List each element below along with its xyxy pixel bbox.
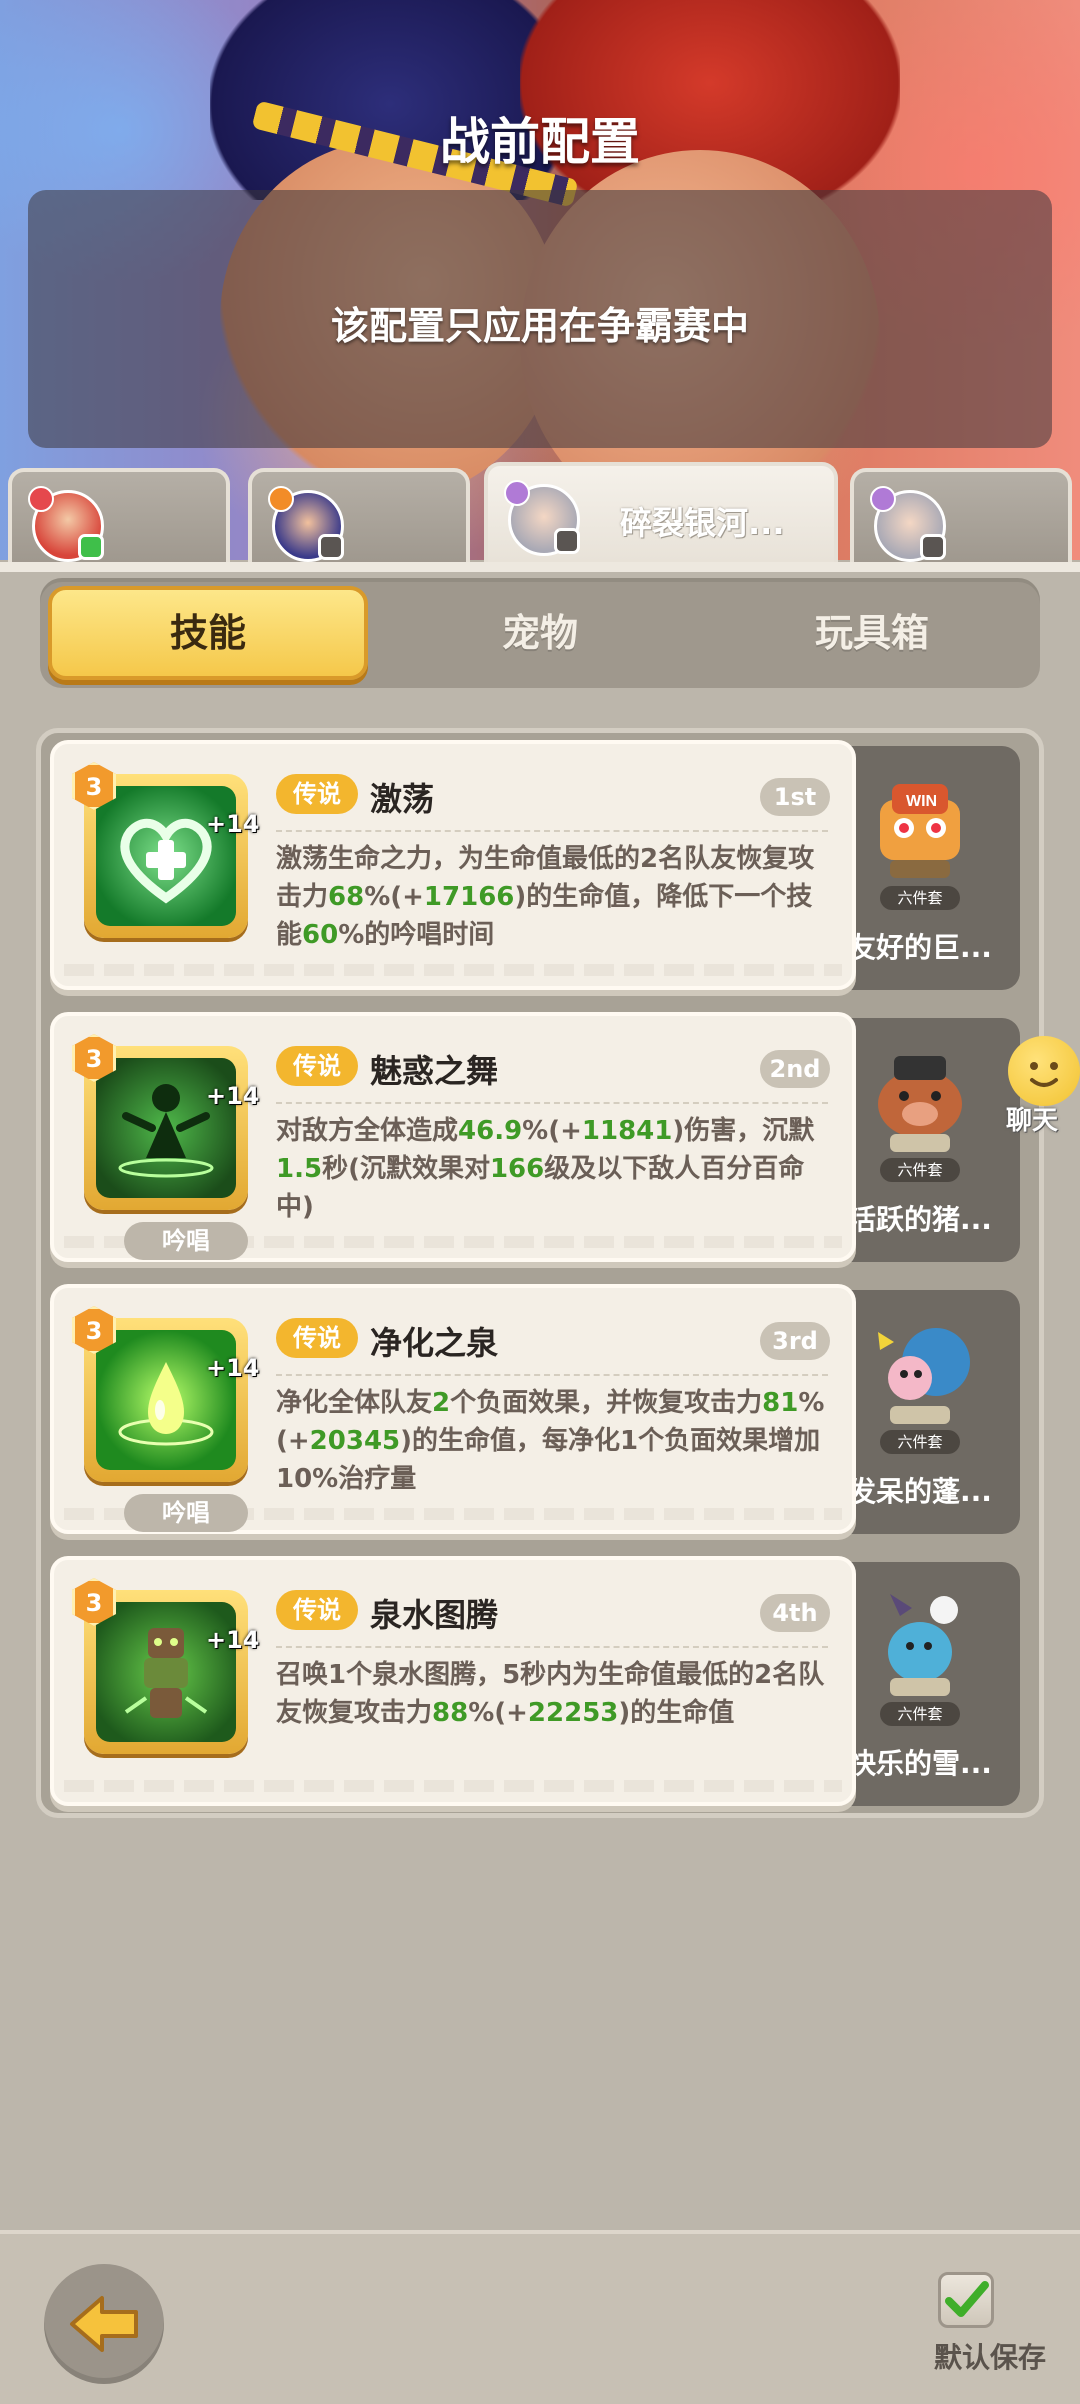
desc-text: 净化全体队友 <box>276 1388 433 1418</box>
skill-order-badge: 1st <box>760 778 830 816</box>
desc-text: 对敌方全体造成 <box>276 1116 459 1146</box>
desc-text: 秒(沉默效果对 <box>322 1154 490 1184</box>
fire-element-icon <box>28 486 54 512</box>
desc-value: 1.5 <box>276 1154 323 1184</box>
desc-value: 81 <box>762 1388 799 1418</box>
skill-order-badge: 3rd <box>760 1322 830 1360</box>
skill-row[interactable]: 六件套 活跃的猪... +14 3 吟唱 传说 魅惑之舞 2nd 对敌方全体造成… <box>50 1012 1030 1262</box>
hero-tab-4[interactable] <box>850 468 1072 568</box>
equipped-badge-icon <box>78 534 104 560</box>
desc-text: %(+ <box>468 1698 528 1728</box>
fluffy-pet-icon <box>860 1314 980 1434</box>
notice-text: 该配置只应用在争霸赛中 <box>330 304 749 348</box>
purple-element-icon <box>504 480 530 506</box>
skill-description: 净化全体队友2个负面效果，并恢复攻击力81%(+20345)的生命值，每净化1个… <box>276 1384 828 1498</box>
hero-name: 碎裂银河... <box>620 504 785 542</box>
skill-card[interactable]: +14 3 传说 激荡 1st 激荡生命之力，为生命值最低的2名队友恢复攻击力6… <box>50 740 856 990</box>
rarity-badge: 传说 <box>276 1318 358 1358</box>
checkmark-icon <box>945 2281 989 2317</box>
segment-control: 技能 宠物 玩具箱 <box>40 578 1040 688</box>
orange-element-icon <box>268 486 294 512</box>
notice-box: 该配置只应用在争霸赛中 <box>28 190 1052 448</box>
skill-name: 激荡 <box>370 780 435 818</box>
hero-tab-2[interactable] <box>248 468 470 568</box>
skill-name: 净化之泉 <box>370 1324 499 1362</box>
cast-tag: 吟唱 <box>124 1494 248 1532</box>
default-save-label: 默认保存 <box>933 2341 1046 2374</box>
heart-plus-icon <box>96 786 236 926</box>
purple-element-icon <box>870 486 896 512</box>
desc-text: )的生命值 <box>618 1698 735 1728</box>
skill-card[interactable]: +14 3 传说 泉水图腾 4th 召唤1个泉水图腾，5秒内为生命值最低的2名队… <box>50 1556 856 1806</box>
desc-text: 个负面效果，并恢复攻击力 <box>450 1388 763 1418</box>
desc-value: 11841 <box>581 1116 673 1146</box>
skill-plus-level: +14 <box>206 1082 260 1110</box>
desc-text: %(+ <box>364 882 424 912</box>
skill-row[interactable]: 六件套 发呆的蓬... +14 3 吟唱 传说 净化之泉 3rd 净化全体队友2… <box>50 1284 1030 1534</box>
tab-pets[interactable]: 宠物 <box>380 586 700 680</box>
divider <box>276 1646 828 1648</box>
default-save-checkbox[interactable] <box>938 2272 994 2328</box>
smiley-icon <box>1008 1036 1080 1106</box>
desc-value: 68 <box>328 882 365 912</box>
divider <box>276 830 828 832</box>
hero-tab-3[interactable]: 碎裂银河... <box>484 462 838 568</box>
skill-plus-level: +14 <box>206 1626 260 1654</box>
divider <box>276 1374 828 1376</box>
skill-description: 对敌方全体造成46.9%(+11841)伤害，沉默1.5秒(沉默效果对166级及… <box>276 1112 828 1226</box>
tab-toybox[interactable]: 玩具箱 <box>712 586 1032 680</box>
divider <box>276 1102 828 1104</box>
svg-text:WIN: WIN <box>906 793 937 810</box>
back-arrow-icon <box>70 2296 138 2352</box>
skill-name: 魅惑之舞 <box>370 1052 499 1090</box>
desc-value: 88 <box>432 1698 469 1728</box>
desc-value: 166 <box>489 1154 545 1184</box>
page-title: 战前配置 <box>440 113 640 171</box>
skill-card[interactable]: +14 3 吟唱 传说 净化之泉 3rd 净化全体队友2个负面效果，并恢复攻击力… <box>50 1284 856 1534</box>
desc-text: %(+ <box>522 1116 582 1146</box>
boar-pet-icon <box>860 1042 980 1162</box>
totem-icon <box>96 1602 236 1742</box>
desc-value: 60 <box>302 920 339 950</box>
skill-row[interactable]: 六件套 快乐的雪... +14 3 传说 泉水图腾 4th 召唤1个泉水图腾，5… <box>50 1556 1030 1806</box>
chat-label: 聊天 <box>1005 1106 1058 1136</box>
device-badge-icon <box>554 528 580 554</box>
desc-text: %的吟唱时间 <box>338 920 495 950</box>
device-badge-icon <box>920 534 946 560</box>
pet-set-badge: 六件套 <box>880 1702 960 1726</box>
rarity-badge: 传说 <box>276 774 358 814</box>
device-badge-icon <box>318 534 344 560</box>
skill-description: 激荡生命之力，为生命值最低的2名队友恢复攻击力68%(+17166)的生命值，降… <box>276 840 828 954</box>
hero-tab-1[interactable] <box>8 468 230 568</box>
skill-description: 召唤1个泉水图腾，5秒内为生命值最低的2名队友恢复攻击力88%(+22253)的… <box>276 1656 828 1732</box>
rarity-badge: 传说 <box>276 1046 358 1086</box>
pet-set-badge: 六件套 <box>880 886 960 910</box>
skill-plus-level: +14 <box>206 810 260 838</box>
skill-card[interactable]: +14 3 吟唱 传说 魅惑之舞 2nd 对敌方全体造成46.9%(+11841… <box>50 1012 856 1262</box>
desc-value: 17166 <box>423 882 515 912</box>
rarity-badge: 传说 <box>276 1590 358 1630</box>
desc-value: 46.9 <box>458 1116 523 1146</box>
cast-tag: 吟唱 <box>124 1222 248 1260</box>
back-button[interactable] <box>44 2264 164 2384</box>
dancer-icon <box>96 1058 236 1198</box>
skill-row[interactable]: WIN 六件套 友好的巨... +14 3 传说 激荡 1st 激荡生命之力，为… <box>50 740 1030 990</box>
robot-pet-icon: WIN <box>860 770 980 890</box>
skill-order-badge: 2nd <box>760 1050 830 1088</box>
desc-text: )伤害，沉默 <box>672 1116 815 1146</box>
snow-pet-icon <box>860 1586 980 1706</box>
pet-set-badge: 六件套 <box>880 1430 960 1454</box>
skill-plus-level: +14 <box>206 1354 260 1382</box>
skill-order-badge: 4th <box>760 1594 830 1632</box>
water-drop-icon <box>96 1330 236 1470</box>
desc-value: 20345 <box>309 1426 401 1456</box>
desc-value: 2 <box>432 1388 451 1418</box>
pet-set-badge: 六件套 <box>880 1158 960 1182</box>
skill-name: 泉水图腾 <box>370 1596 499 1634</box>
desc-value: 22253 <box>527 1698 619 1728</box>
tab-skills[interactable]: 技能 <box>48 586 368 680</box>
